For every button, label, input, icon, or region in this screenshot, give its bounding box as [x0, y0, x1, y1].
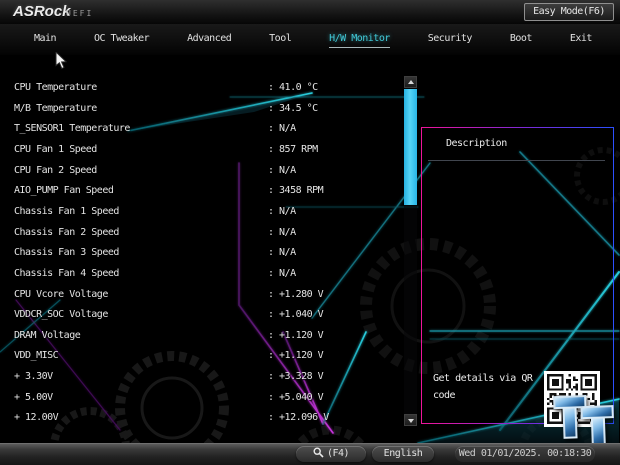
monitor-row: Chassis Fan 4 Speed : N/A — [0, 264, 400, 284]
tab-h-w-monitor[interactable]: H/W Monitor — [329, 33, 390, 48]
menu-bar: Main OC Tweaker Advanced Tool H/W Monitor Sec… — [0, 24, 620, 55]
monitor-label: Chassis Fan 4 Speed — [14, 264, 119, 284]
monitor-label: Chassis Fan 3 Speed — [14, 243, 119, 263]
easy-mode-button[interactable]: Easy Mode(F6) — [524, 3, 614, 21]
search-icon — [313, 447, 324, 458]
datetime-display: Wed 01/01/2025. 00:18:30 — [455, 446, 595, 462]
monitor-value: : 3458 RPM — [268, 181, 323, 201]
scrollbar-thumb[interactable] — [404, 89, 417, 205]
monitor-row: M/B Temperature : 34.5 °C — [0, 99, 400, 119]
status-bar: (F4) English Wed 01/01/2025. 00:18:30 — [0, 443, 620, 465]
monitor-label: M/B Temperature — [14, 99, 97, 119]
scroll-down-button[interactable] — [404, 414, 417, 426]
mouse-cursor — [55, 52, 69, 70]
monitor-value: : 34.5 °C — [268, 99, 318, 119]
monitor-row: VDDCR_SOC Voltage : +1.040 V — [0, 305, 400, 325]
monitor-label: VDDCR_SOC Voltage — [14, 305, 108, 325]
monitor-label: + 12.00V — [14, 408, 58, 428]
asrock-logo: ASRock — [13, 3, 71, 20]
monitor-row: + 12.00V : +12.096 V — [0, 408, 400, 428]
monitor-row: VDD_MISC : +1.120 V — [0, 346, 400, 366]
tab-exit[interactable]: Exit — [570, 33, 592, 48]
monitor-value: : +12.096 V — [268, 408, 329, 428]
tab-boot[interactable]: Boot — [510, 33, 532, 48]
monitor-row: CPU Fan 1 Speed : 857 RPM — [0, 140, 400, 160]
scroll-down-icon — [408, 419, 414, 423]
monitor-value: : N/A — [268, 119, 296, 139]
monitor-value: : +1.040 V — [268, 305, 323, 325]
monitor-label: DRAM Voltage — [14, 326, 80, 346]
search-button[interactable]: (F4) — [296, 446, 366, 462]
monitor-row: DRAM Voltage : +1.120 V — [0, 326, 400, 346]
monitor-value: : +1.120 V — [268, 326, 323, 346]
monitor-row: AIO_PUMP Fan Speed : 3458 RPM — [0, 181, 400, 201]
tab-advanced[interactable]: Advanced — [187, 33, 231, 48]
monitor-row: + 3.30V : +3.328 V — [0, 367, 400, 387]
monitor-value: : 41.0 °C — [268, 78, 318, 98]
monitor-value: : N/A — [268, 223, 296, 243]
monitor-value: : N/A — [268, 243, 296, 263]
monitor-row: Chassis Fan 3 Speed : N/A — [0, 243, 400, 263]
description-separator — [428, 160, 605, 161]
description-title: Description — [446, 138, 507, 149]
monitor-row: CPU Temperature : 41.0 °C — [0, 78, 400, 98]
monitor-value: : N/A — [268, 161, 296, 181]
monitor-value: : +5.040 V — [268, 388, 323, 408]
monitor-label: T_SENSOR1 Temperature — [14, 119, 130, 139]
qr-hint-text: Get details via QR code — [433, 370, 553, 404]
monitor-label: Chassis Fan 2 Speed — [14, 223, 119, 243]
monitor-value: : N/A — [268, 264, 296, 284]
monitor-label: CPU Temperature — [14, 78, 97, 98]
monitor-label: + 3.30V — [14, 367, 53, 387]
scroll-up-button[interactable] — [404, 76, 417, 88]
scroll-up-icon — [408, 80, 414, 84]
tab-security[interactable]: Security — [428, 33, 472, 48]
monitor-row: T_SENSOR1 Temperature : N/A — [0, 119, 400, 139]
monitor-value: : 857 RPM — [268, 140, 318, 160]
monitor-value: : +1.280 V — [268, 285, 323, 305]
monitor-row: + 5.00V : +5.040 V — [0, 388, 400, 408]
search-label: (F4) — [327, 448, 349, 459]
monitor-row: Chassis Fan 2 Speed : N/A — [0, 223, 400, 243]
monitor-row: CPU Vcore Voltage : +1.280 V — [0, 285, 400, 305]
monitor-label: VDD_MISC — [14, 346, 58, 366]
monitor-label: CPU Fan 1 Speed — [14, 140, 97, 160]
language-button[interactable]: English — [372, 446, 434, 462]
monitor-label: Chassis Fan 1 Speed — [14, 202, 119, 222]
uefi-screen: ASRock UEFI Easy Mode(F6) Main OC Tweaker… — [0, 0, 620, 465]
tab-main[interactable]: Main — [34, 33, 56, 48]
monitor-value: : +3.328 V — [268, 367, 323, 387]
monitor-label: + 5.00V — [14, 388, 53, 408]
monitor-label: CPU Vcore Voltage — [14, 285, 108, 305]
monitor-row: CPU Fan 2 Speed : N/A — [0, 161, 400, 181]
monitor-value: : +1.120 V — [268, 346, 323, 366]
title-bar: ASRock UEFI Easy Mode(F6) — [0, 0, 620, 24]
uefi-label: UEFI — [66, 9, 93, 18]
monitor-value: : N/A — [268, 202, 296, 222]
monitor-row: Chassis Fan 1 Speed : N/A — [0, 202, 400, 222]
monitor-label: CPU Fan 2 Speed — [14, 161, 97, 181]
menu-tabs: Main OC Tweaker Advanced Tool H/W Monitor Sec… — [0, 24, 620, 48]
tab-oc-tweaker[interactable]: OC Tweaker — [94, 33, 149, 48]
tab-tool[interactable]: Tool — [269, 33, 291, 48]
monitor-label: AIO_PUMP Fan Speed — [14, 181, 113, 201]
